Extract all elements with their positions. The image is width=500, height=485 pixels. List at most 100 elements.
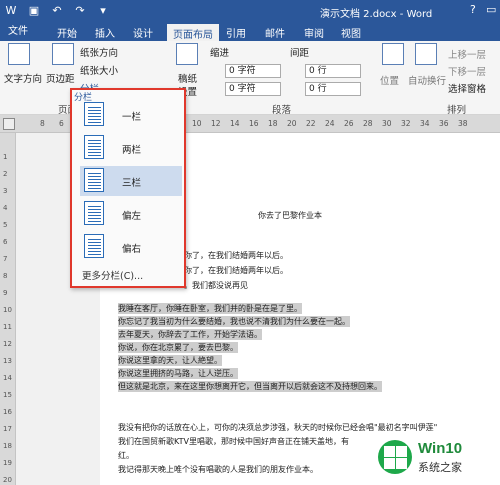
ruler-tick: 5 <box>3 221 8 229</box>
ruler-tick: 34 <box>420 119 430 128</box>
ruler-tick: 7 <box>3 255 8 263</box>
space-before-input[interactable]: 0 行 <box>305 64 361 78</box>
ruler-tick: 11 <box>3 323 12 331</box>
ruler-tick: 10 <box>192 119 202 128</box>
more-columns-option[interactable]: 更多分栏(C)... <box>82 268 143 282</box>
columns-option[interactable]: 三栏 <box>80 166 182 196</box>
document-title: 你去了巴黎作业本 <box>258 211 322 220</box>
ruler-tick: 30 <box>382 119 392 128</box>
tab-view[interactable]: 视图 <box>341 25 361 40</box>
size-button[interactable]: 纸张大小 <box>80 63 118 77</box>
column-layout-icon <box>84 201 104 225</box>
ruler-tick: 3 <box>3 187 8 195</box>
document-line: 你了，在我们结婚两年以后。 <box>184 266 288 275</box>
columns-option-label: 一栏 <box>122 112 142 123</box>
position-button[interactable]: 位置 <box>380 73 399 87</box>
ruler-tick: 9 <box>3 289 8 297</box>
ruler-tick: 16 <box>249 119 259 128</box>
tab-review[interactable]: 审阅 <box>304 25 324 40</box>
customize-icon[interactable]: ▾ <box>96 4 110 18</box>
bring-forward-button[interactable]: 上移一层 <box>448 47 486 61</box>
ruler-tick: 28 <box>363 119 373 128</box>
ruler-tick: 36 <box>439 119 449 128</box>
manuscript-icon[interactable] <box>176 43 198 65</box>
ruler-tick: 18 <box>268 119 278 128</box>
columns-option-label: 三栏 <box>122 178 142 189</box>
save-icon[interactable]: ▣ <box>27 4 41 18</box>
undo-icon[interactable]: ↶ <box>50 4 64 18</box>
tab-page-layout[interactable]: 页面布局 <box>167 24 219 41</box>
columns-option-label: 偏右 <box>122 244 142 255</box>
manuscript-label[interactable]: 稿纸 <box>178 71 197 85</box>
tab-insert[interactable]: 插入 <box>95 25 115 40</box>
document-line: 我睡在客厅，你睡在卧室，我们并的卧是在是了里。 <box>118 303 302 314</box>
tab-references[interactable]: 引用 <box>226 25 246 40</box>
help-icon[interactable]: ? <box>470 3 476 16</box>
indent-label: 缩进 <box>210 48 230 59</box>
text-direction-icon[interactable] <box>8 43 30 65</box>
tab-file[interactable]: 文件 <box>0 22 36 41</box>
columns-option[interactable]: 一栏 <box>80 100 182 130</box>
columns-option[interactable]: 偏左 <box>80 199 182 229</box>
columns-dropdown: 分栏 一栏 两栏 三栏 偏左 偏右 更多分栏(C)... <box>70 88 186 288</box>
columns-option-label: 偏左 <box>122 211 142 222</box>
margins-button[interactable]: 页边距 <box>46 71 75 85</box>
ruler-tick: 26 <box>344 119 354 128</box>
column-layout-icon <box>84 234 104 258</box>
watermark-sub: 系统之家 <box>418 461 462 474</box>
word-icon: W <box>5 4 17 17</box>
spacing-label: 间距 <box>290 48 310 59</box>
watermark: Win10 系统之家 <box>378 438 496 480</box>
column-layout-icon <box>84 168 104 192</box>
document-line: 但这就是北京，来在这里你想离开它，但当离开以后就会这不及持想回来。 <box>118 381 382 392</box>
tab-selector-icon[interactable] <box>3 118 15 130</box>
wrap-text-button[interactable]: 自动换行 <box>408 73 446 87</box>
wrap-text-icon[interactable] <box>415 43 437 65</box>
send-backward-button[interactable]: 下移一层 <box>448 64 486 78</box>
arrange-group-label: 排列 <box>447 105 467 116</box>
ruler-tick: 24 <box>325 119 335 128</box>
document-line: 你说这里拿的天，让人絶望。 <box>118 355 222 366</box>
watermark-brand: Win10 <box>418 440 463 457</box>
ribbon-tabs: 文件 开始 插入 设计 页面布局 引用 邮件 审阅 视图 <box>0 22 500 41</box>
ruler-tick: 4 <box>3 204 8 212</box>
document-line: 我记得那天晚上唯个没有唱歌的人是我们的朋友作业本。 <box>118 465 318 474</box>
ruler-tick: 18 <box>3 442 12 450</box>
ruler-tick: 38 <box>458 119 468 128</box>
ruler-tick: 2 <box>3 170 8 178</box>
margins-icon[interactable] <box>52 43 74 65</box>
document-line: 我没有把你的话放在心上，可你的决须总步涉强，秋天的时候你已经会唱"最初名字叫伊莲… <box>118 423 438 432</box>
columns-option[interactable]: 偏右 <box>80 232 182 262</box>
space-after-input[interactable]: 0 行 <box>305 82 361 96</box>
ribbon-options-icon[interactable]: ▭ <box>486 3 496 16</box>
ruler-tick: 20 <box>287 119 297 128</box>
position-icon[interactable] <box>382 43 404 65</box>
vertical-ruler[interactable]: 1 2 3 4 5 6 7 8 9 10 11 12 13 14 15 16 17 18 19 20 <box>0 133 16 485</box>
ruler-tick: 20 <box>3 476 12 484</box>
document-line: 我们在国贸新歌KTV里唱歌，那时候中国好声音正在铺天盖地，有 <box>118 437 349 446</box>
document-line: 你说这里拥挤的马路，让人逆压。 <box>118 368 238 379</box>
text-direction-button[interactable]: 文字方向 <box>4 71 42 85</box>
indent-right-input[interactable]: 0 字符 <box>225 82 281 96</box>
paragraph-group-label: 段落 <box>272 105 292 116</box>
tab-design[interactable]: 设计 <box>133 25 153 40</box>
title-bar: W ▣ ↶ ↷ ▾ 演示文档 2.docx - Word ? ▭ <box>0 0 500 22</box>
ruler-tick: 13 <box>3 357 12 365</box>
ruler-tick: 14 <box>3 374 12 382</box>
ruler-tick: 15 <box>3 391 12 399</box>
ruler-tick: 22 <box>306 119 316 128</box>
redo-icon[interactable]: ↷ <box>73 4 87 18</box>
columns-option[interactable]: 两栏 <box>80 133 182 163</box>
ruler-tick: 17 <box>3 425 12 433</box>
orientation-button[interactable]: 纸张方向 <box>80 45 118 59</box>
tab-home[interactable]: 开始 <box>57 25 77 40</box>
ruler-tick: 12 <box>3 340 12 348</box>
quick-access-toolbar: W ▣ ↶ ↷ ▾ <box>4 4 110 18</box>
selection-pane-button[interactable]: 选择窗格 <box>448 81 486 95</box>
indent-left-input[interactable]: 0 字符 <box>225 64 281 78</box>
tab-mailings[interactable]: 邮件 <box>265 25 285 40</box>
document-line: 。我们都没说再见 <box>184 281 248 290</box>
columns-option-label: 两栏 <box>122 145 142 156</box>
ruler-tick: 14 <box>230 119 240 128</box>
ruler-tick: 1 <box>3 153 8 161</box>
